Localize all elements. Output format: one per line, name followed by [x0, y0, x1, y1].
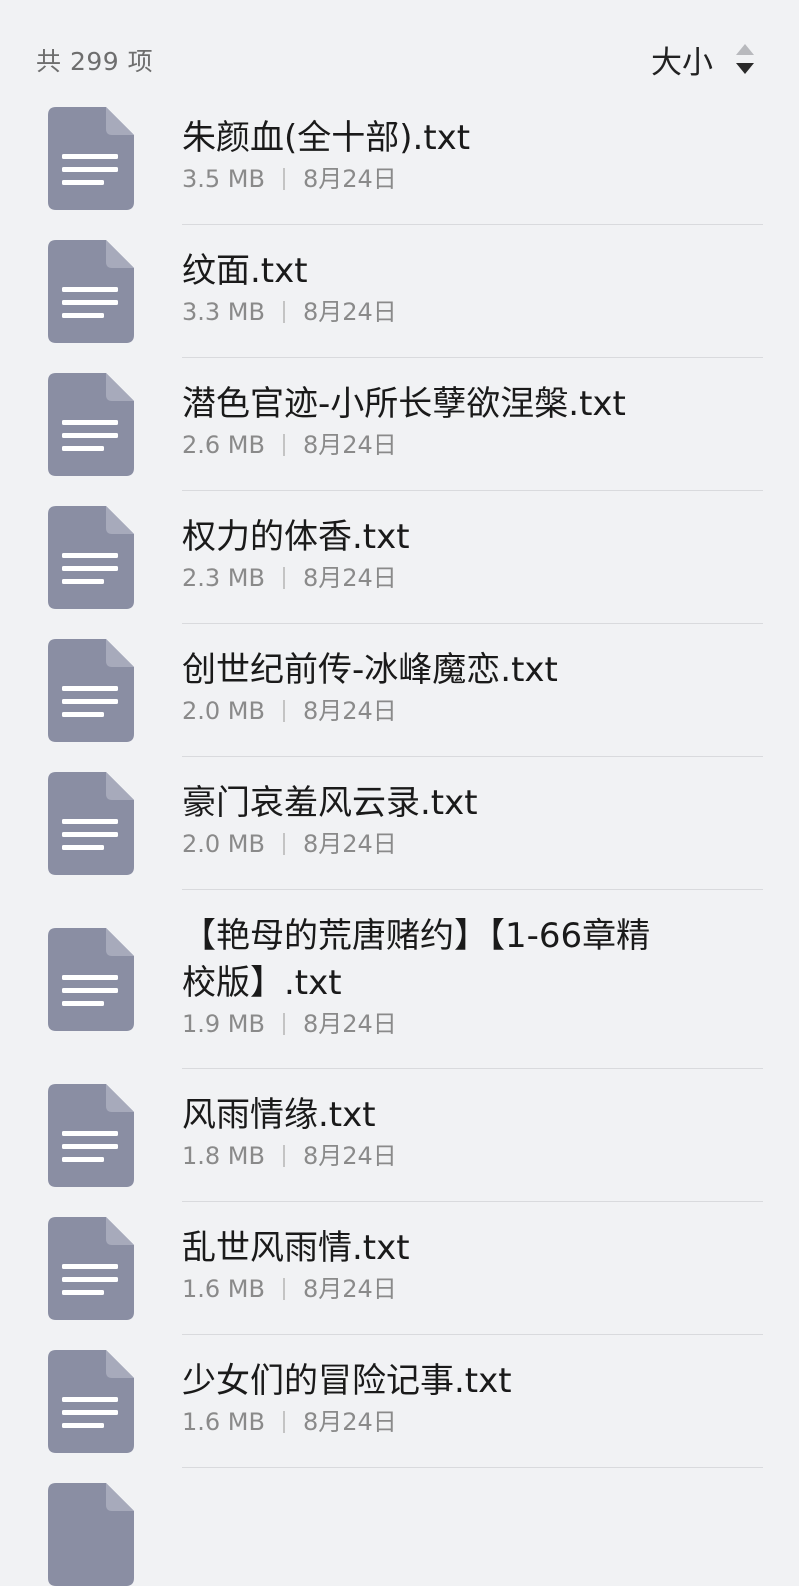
meta-separator	[282, 1411, 285, 1433]
file-date: 8月24日	[302, 697, 397, 725]
file-size: 2.0 MB	[182, 697, 265, 725]
file-row[interactable]: 豪门哀羞风云录.txt 2.0 MB 8月24日	[0, 757, 799, 890]
file-date: 8月24日	[302, 165, 397, 193]
file-name: 纹面.txt	[182, 251, 308, 291]
file-name: 豪门哀羞风云录.txt	[182, 783, 478, 823]
file-date: 8月24日	[302, 830, 397, 858]
text-file-icon	[48, 928, 134, 1031]
text-file-icon	[48, 1483, 134, 1586]
meta-separator	[282, 434, 285, 456]
file-size: 1.6 MB	[182, 1408, 265, 1436]
text-file-icon	[48, 1350, 134, 1453]
file-date: 8月24日	[302, 1275, 397, 1303]
file-name: 潜色官迹-小所长孽欲涅槃.txt	[182, 384, 626, 424]
sort-order-icon	[736, 44, 754, 74]
file-name: 【艳母的荒唐赌约】【1-66章精校版】.txt	[182, 916, 651, 1003]
file-size: 1.8 MB	[182, 1142, 265, 1170]
meta-separator	[282, 1013, 285, 1035]
file-name: 乱世风雨情.txt	[182, 1228, 410, 1268]
file-name: 少女们的冒险记事.txt	[182, 1361, 512, 1401]
file-row[interactable]: 朱颜血(全十部).txt 3.5 MB 8月24日	[0, 92, 799, 225]
file-date: 8月24日	[302, 431, 397, 459]
file-row[interactable]: 权力的体香.txt 2.3 MB 8月24日	[0, 491, 799, 624]
sort-label: 大小	[651, 44, 713, 81]
file-date: 8月24日	[302, 564, 397, 592]
file-list: 朱颜血(全十部).txt 3.5 MB 8月24日 纹面.txt 3.3 MB 8月…	[0, 92, 799, 1586]
file-row[interactable]: 纹面.txt 3.3 MB 8月24日	[0, 225, 799, 358]
file-size: 1.9 MB	[182, 1010, 265, 1038]
meta-separator	[282, 1145, 285, 1167]
file-name: 权力的体香.txt	[182, 517, 410, 557]
meta-separator	[282, 168, 285, 190]
file-date: 8月24日	[302, 1010, 397, 1038]
file-name: 风雨情缘.txt	[182, 1095, 376, 1135]
meta-separator	[282, 833, 285, 855]
text-file-icon	[48, 772, 134, 875]
file-size: 3.5 MB	[182, 165, 265, 193]
meta-separator	[282, 567, 285, 589]
text-file-icon	[48, 373, 134, 476]
file-size: 2.6 MB	[182, 431, 265, 459]
file-row[interactable]: 【艳母的荒唐赌约】【1-66章精校版】.txt 1.9 MB 8月24日	[0, 890, 799, 1069]
file-row[interactable]: 创世纪前传-冰峰魔恋.txt 2.0 MB 8月24日	[0, 624, 799, 757]
text-file-icon	[48, 240, 134, 343]
file-size: 2.3 MB	[182, 564, 265, 592]
file-row[interactable]: 乱世风雨情.txt 1.6 MB 8月24日	[0, 1202, 799, 1335]
file-name: 创世纪前传-冰峰魔恋.txt	[182, 650, 558, 690]
file-date: 8月24日	[302, 298, 397, 326]
file-date: 8月24日	[302, 1408, 397, 1436]
file-row[interactable]: 少女们的冒险记事.txt 1.6 MB 8月24日	[0, 1335, 799, 1468]
file-size: 1.6 MB	[182, 1275, 265, 1303]
text-file-icon	[48, 639, 134, 742]
file-size: 3.3 MB	[182, 298, 265, 326]
file-size: 2.0 MB	[182, 830, 265, 858]
meta-separator	[282, 301, 285, 323]
file-row[interactable]: 潜色官迹-小所长孽欲涅槃.txt 2.6 MB 8月24日	[0, 358, 799, 491]
item-count: 共 299 项	[36, 47, 154, 76]
text-file-icon	[48, 107, 134, 210]
file-row-partial[interactable]	[0, 1468, 799, 1586]
text-file-icon	[48, 1084, 134, 1187]
file-date: 8月24日	[302, 1142, 397, 1170]
meta-separator	[282, 700, 285, 722]
file-name: 朱颜血(全十部).txt	[182, 118, 471, 158]
file-row[interactable]: 风雨情缘.txt 1.8 MB 8月24日	[0, 1069, 799, 1202]
sort-button[interactable]: 大小	[651, 36, 757, 82]
meta-separator	[282, 1278, 285, 1300]
text-file-icon	[48, 506, 134, 609]
text-file-icon	[48, 1217, 134, 1320]
